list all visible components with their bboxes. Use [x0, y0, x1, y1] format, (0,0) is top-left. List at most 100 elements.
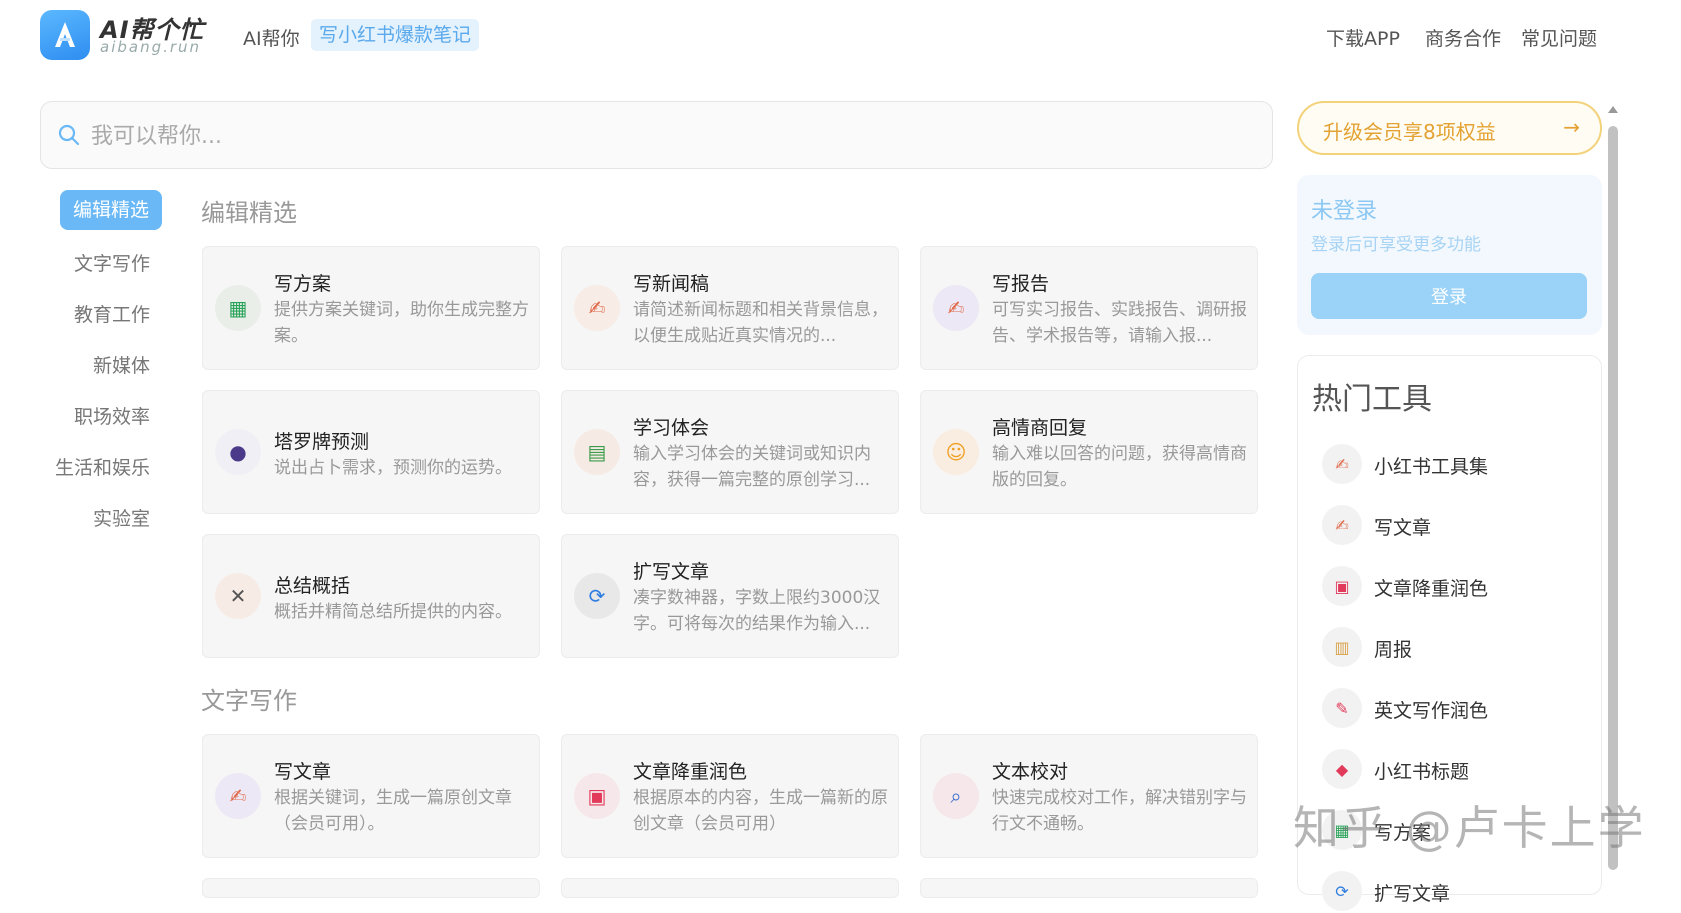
- hot-tool-item[interactable]: ▥ 周报: [1322, 627, 1592, 669]
- tool-card-desc: 可写实习报告、实践报告、调研报告、学术报告等，请输入报...: [992, 300, 1247, 346]
- smile-icon: ☺: [933, 429, 979, 475]
- tool-card-title: 写报告: [992, 273, 1050, 295]
- hot-tool-label: 扩写文章: [1374, 883, 1451, 905]
- scrollbar[interactable]: [1608, 106, 1618, 874]
- tool-card[interactable]: ☺ 高情商回复 输入难以回答的问题，获得高情商版的回复。: [920, 390, 1258, 514]
- login-hint: 登录后可享受更多功能: [1311, 235, 1481, 255]
- hot-tool-item[interactable]: ✍ 写文章: [1322, 505, 1592, 547]
- category-workplace[interactable]: 职场效率: [40, 402, 150, 429]
- logo-icon: [55, 22, 75, 47]
- tool-card[interactable]: ▤ 学习体会 输入学习体会的关键词或知识内容，获得一篇完整的原创学习...: [561, 390, 899, 514]
- tool-card-desc: 概括并精简总结所提供的内容。: [274, 602, 512, 622]
- watermark: 知乎 @卢卡上学: [1293, 801, 1646, 855]
- search-input[interactable]: [91, 116, 1241, 156]
- category-editor-picks[interactable]: 编辑精选: [60, 190, 162, 230]
- scroll-up-arrow-icon[interactable]: [1608, 106, 1618, 113]
- nav-faq[interactable]: 常见问题: [1521, 24, 1597, 51]
- upgrade-membership-button[interactable]: 升级会员享8项权益 →: [1297, 101, 1602, 155]
- tool-card-title: 扩写文章: [633, 561, 710, 583]
- category-education[interactable]: 教育工作: [40, 300, 150, 327]
- tag-icon: ◆: [1322, 749, 1362, 789]
- stamp-icon: ▣: [1322, 566, 1362, 606]
- telescope-icon: ✕: [215, 573, 261, 619]
- refresh-icon: ⟳: [1322, 871, 1362, 911]
- tool-card-desc: 输入学习体会的关键词或知识内容，获得一篇完整的原创学习...: [633, 444, 871, 490]
- tool-card-desc: 快速完成校对工作，解决错别字与行文不通畅。: [992, 788, 1247, 834]
- tool-card-title: 学习体会: [633, 417, 710, 439]
- upgrade-label: 升级会员享8项权益: [1323, 120, 1496, 144]
- hot-tool-item[interactable]: ✍ 小红书工具集: [1322, 444, 1592, 486]
- hot-tool-item[interactable]: ⟳ 扩写文章: [1322, 871, 1592, 913]
- hot-tool-item[interactable]: ✎ 英文写作润色: [1322, 688, 1592, 730]
- help-text: AI帮你: [243, 28, 300, 50]
- tool-card[interactable]: ✍ 写文章 根据关键词，生成一篇原创文章（会员可用）。: [202, 734, 540, 858]
- refresh-icon: ⟳: [574, 573, 620, 619]
- writing-hand-icon: ✍: [574, 285, 620, 331]
- crystal-ball-icon: ●: [215, 429, 261, 475]
- tool-card[interactable]: [561, 878, 899, 898]
- scrollbar-thumb[interactable]: [1608, 126, 1618, 870]
- hot-tool-label: 英文写作润色: [1374, 700, 1489, 722]
- tool-card[interactable]: ▦ 写方案 提供方案关键词，助你生成完整方案。: [202, 246, 540, 370]
- tool-card[interactable]: ✍ 写报告 可写实习报告、实践报告、调研报告、学术报告等，请输入报...: [920, 246, 1258, 370]
- writing-hand-icon: ✍: [1322, 505, 1362, 545]
- arrow-right-icon: →: [1563, 115, 1580, 139]
- tool-card[interactable]: ✕ 总结概括 概括并精简总结所提供的内容。: [202, 534, 540, 658]
- search-icon: [58, 124, 80, 146]
- login-panel: 未登录 登录后可享受更多功能 登录: [1297, 175, 1602, 335]
- books-icon: ▤: [574, 429, 620, 475]
- hot-tools-title: 热门工具: [1312, 382, 1432, 417]
- tool-card[interactable]: ⟳ 扩写文章 凑字数神器，字数上限约3000汉字。可将每次的结果作为输入...: [561, 534, 899, 658]
- tool-card[interactable]: ● 塔罗牌预测 说出占卜需求，预测你的运势。: [202, 390, 540, 514]
- tool-card-title: 文章降重润色: [633, 761, 748, 783]
- spreadsheet-icon: ▦: [215, 285, 261, 331]
- tool-card-desc: 根据关键词，生成一篇原创文章（会员可用）。: [274, 788, 512, 834]
- writing-hand-icon: ✍: [933, 285, 979, 331]
- tool-card-title: 总结概括: [274, 575, 351, 597]
- tool-card-title: 写文章: [274, 761, 332, 783]
- logo[interactable]: [40, 10, 90, 60]
- tool-card-desc: 提供方案关键词，助你生成完整方案。: [274, 300, 529, 346]
- category-new-media[interactable]: 新媒体: [40, 351, 150, 378]
- tool-card[interactable]: ✍ 写新闻稿 请简述新闻标题和相关背景信息，以便生成贴近真实情况的...: [561, 246, 899, 370]
- tool-card[interactable]: [920, 878, 1258, 898]
- category-life-entertainment[interactable]: 生活和娱乐: [40, 453, 150, 480]
- hot-tool-item[interactable]: ▣ 文章降重润色: [1322, 566, 1592, 608]
- tool-card-desc: 凑字数神器，字数上限约3000汉字。可将每次的结果作为输入...: [633, 588, 881, 634]
- hot-tool-label: 小红书工具集: [1374, 456, 1489, 478]
- tool-card-desc: 根据原本的内容，生成一篇新的原创文章（会员可用）: [633, 788, 888, 834]
- header: AI帮个忙 aibang.run AI帮你 写小红书爆款笔记 下载APP 商务合…: [0, 0, 1681, 72]
- scroll-icon: ▥: [1322, 627, 1362, 667]
- hot-tool-label: 小红书标题: [1374, 761, 1470, 783]
- hot-tool-item[interactable]: ◆ 小红书标题: [1322, 749, 1592, 791]
- section-title-editor-picks: 编辑精选: [201, 199, 297, 227]
- stamp-icon: ▣: [574, 773, 620, 819]
- tool-card-title: 高情商回复: [992, 417, 1088, 439]
- hot-tool-label: 写文章: [1374, 517, 1432, 539]
- tool-card-title: 写新闻稿: [633, 273, 710, 295]
- hot-tool-label: 周报: [1374, 639, 1413, 661]
- writing-hand-icon: ✍: [1322, 444, 1362, 484]
- tool-card[interactable]: [202, 878, 540, 898]
- tool-card[interactable]: ▣ 文章降重润色 根据原本的内容，生成一篇新的原创文章（会员可用）: [561, 734, 899, 858]
- category-lab[interactable]: 实验室: [40, 504, 150, 531]
- tool-card-title: 文本校对: [992, 761, 1069, 783]
- login-status: 未登录: [1311, 199, 1378, 224]
- magnifier-icon: ⌕: [933, 773, 979, 819]
- tool-card-title: 写方案: [274, 273, 332, 295]
- tool-card-desc: 输入难以回答的问题，获得高情商版的回复。: [992, 444, 1247, 490]
- nav-download-app[interactable]: 下载APP: [1326, 24, 1400, 51]
- hot-tool-label: 文章降重润色: [1374, 578, 1489, 600]
- tool-card-desc: 说出占卜需求，预测你的运势。: [274, 458, 512, 478]
- tool-card-desc: 请简述新闻标题和相关背景信息，以便生成贴近真实情况的...: [633, 300, 888, 346]
- nav-business[interactable]: 商务合作: [1425, 24, 1501, 51]
- help-rotating-tag[interactable]: 写小红书爆款笔记: [311, 19, 480, 51]
- category-writing[interactable]: 文字写作: [40, 249, 150, 276]
- search-bar[interactable]: [40, 101, 1273, 169]
- login-button[interactable]: 登录: [1311, 273, 1587, 319]
- writing-hand-icon: ✍: [215, 773, 261, 819]
- brand-subtitle: aibang.run: [100, 38, 202, 56]
- pencil-icon: ✎: [1322, 688, 1362, 728]
- section-title-writing: 文字写作: [201, 687, 297, 715]
- tool-card[interactable]: ⌕ 文本校对 快速完成校对工作，解决错别字与行文不通畅。: [920, 734, 1258, 858]
